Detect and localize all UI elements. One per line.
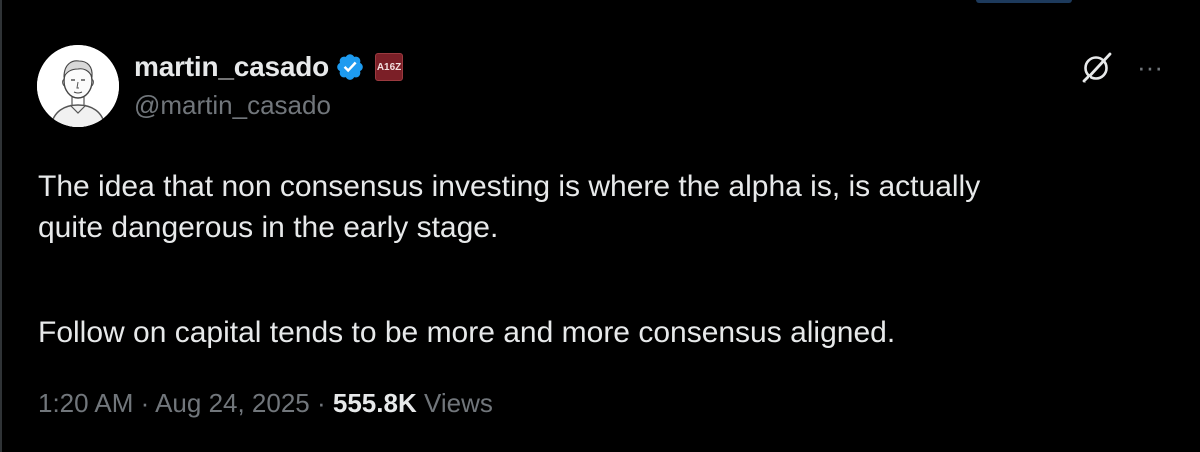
name-row: martin_casado A16Z bbox=[134, 50, 404, 84]
views-label: Views bbox=[416, 388, 493, 418]
affiliation-badge[interactable]: A16Z bbox=[375, 53, 404, 81]
tweet-text-line: Follow on capital tends to be more and m… bbox=[38, 316, 896, 349]
verified-badge-icon[interactable] bbox=[335, 52, 365, 82]
top-tab-indicator bbox=[976, 0, 1072, 3]
views-count[interactable]: 555.8K bbox=[333, 388, 417, 418]
tweet-text-line: quite dangerous in the early stage. bbox=[38, 211, 499, 244]
meta-separator: · bbox=[309, 388, 333, 418]
tweet-time[interactable]: 1:20 AM bbox=[38, 388, 133, 418]
tweet-text-line: The idea that non consensus investing is… bbox=[38, 170, 981, 203]
tweet-date[interactable]: Aug 24, 2025 bbox=[155, 388, 310, 418]
display-name[interactable]: martin_casado bbox=[134, 51, 329, 83]
avatar-sketch-icon bbox=[37, 45, 119, 127]
avatar[interactable] bbox=[37, 45, 119, 127]
tweet-card: martin_casado A16Z @martin_casado ··· Th… bbox=[0, 0, 1200, 452]
author-handle[interactable]: @martin_casado bbox=[134, 90, 331, 121]
meta-separator: · bbox=[133, 388, 156, 418]
tweet-meta: 1:20 AM · Aug 24, 2025 · 555.8K Views bbox=[38, 388, 493, 419]
more-icon[interactable]: ··· bbox=[1132, 52, 1168, 82]
timeline-border bbox=[0, 0, 2, 452]
grok-icon[interactable] bbox=[1080, 50, 1114, 84]
tweet-text: The idea that non consensus investing is… bbox=[38, 166, 1168, 353]
